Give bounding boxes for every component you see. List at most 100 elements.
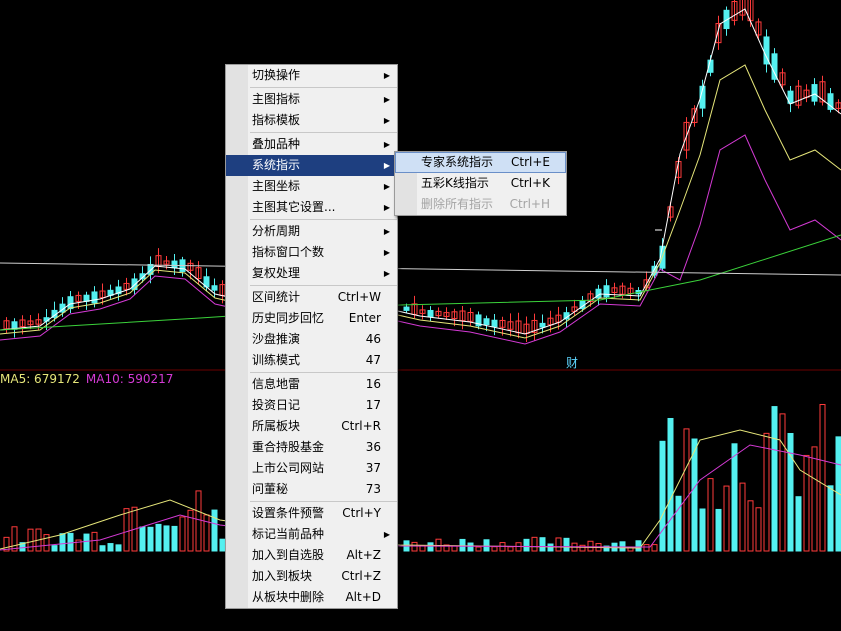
volume-bar [715, 508, 722, 552]
menu-item-shortcut: Ctrl+Z [341, 569, 381, 583]
menu-item-shortcut: Enter [348, 311, 381, 325]
submenu-arrow-icon: ▶ [383, 227, 390, 236]
volume-bar [139, 526, 146, 552]
submenu-arrow-icon: ▶ [383, 203, 390, 212]
menu-item-e68980e5b19ee69dbfe59d97[interactable]: 所属板块 Ctrl+R [226, 416, 397, 437]
volume-bar [795, 496, 802, 552]
menu-item-label: 加入到板块 [252, 569, 313, 583]
menu-item-e68a95e8b584e697a5e8aeb0[interactable]: 投资日记 17 [226, 395, 397, 416]
menu-item-e9878de59088e68c81e882a1e59fba[interactable]: 重合持股基金 36 [226, 437, 397, 458]
menu-item-e8aebee7bdaee69da1e4bbb6e9a284[interactable]: 设置条件预警 Ctrl+Y [226, 503, 397, 524]
menu-item-e4b893e5aeb6e7b3bbe7bb9fe68c87[interactable]: 专家系统指示 Ctrl+E [395, 152, 566, 173]
volume-bar [747, 500, 754, 552]
volume-bar [459, 538, 466, 552]
menu-item-e58fa0e58aa0e59381e7a78d[interactable]: 叠加品种 ▶ [226, 134, 397, 155]
candle-body [211, 285, 218, 291]
stock-chart[interactable] [0, 0, 841, 631]
volume-bar [779, 413, 786, 552]
volume-bar [587, 540, 594, 552]
volume-ma10-line [0, 444, 841, 551]
submenu-arrow-icon: ▶ [383, 182, 390, 191]
submenu-arrow-icon: ▶ [383, 140, 390, 149]
menu-item-label: 主图指标 [252, 92, 301, 106]
candle-body [811, 84, 818, 102]
menu-item-label: 信息地雷 [252, 377, 301, 391]
submenu-arrow-icon: ▶ [383, 530, 390, 539]
menu-item-label: 主图其它设置... [252, 200, 336, 214]
volume-bar [155, 523, 162, 552]
menu-item-e4b8bbe59bbee585b6e5ae83e8aebe[interactable]: 主图其它设置... ▶ [226, 197, 397, 218]
menu-item-shortcut: Ctrl+Y [342, 506, 381, 520]
menu-item-e58aa0e585a5e588b0e887aae98089[interactable]: 加入到自选股 Alt+Z [226, 545, 397, 566]
volume-bar [419, 545, 426, 552]
volume-bar [99, 545, 106, 552]
volume-bar [83, 533, 90, 552]
menu-item-e5a48de69d83e5a484e79086[interactable]: 复权处理 ▶ [226, 263, 397, 284]
candle-body [83, 294, 90, 302]
candle-body [603, 285, 610, 298]
menu-item-label: 从板块中删除 [252, 590, 325, 604]
volume-bar [763, 432, 770, 552]
submenu-arrow-icon: ▶ [383, 71, 390, 80]
menu-item-e7b3bbe7bb9fe68c87e7a4ba[interactable]: 系统指示 ▶ [226, 155, 397, 176]
indicator-legend: MA5: 679172 MA10: 590217 [0, 372, 179, 386]
menu-item-e4b8bbe59bbee68c87e6a087[interactable]: 主图指标 ▶ [226, 89, 397, 110]
menu-item-e6b299e79b98e68ea8e6bc94[interactable]: 沙盘推演 46 [226, 329, 397, 350]
volume-bar [107, 543, 114, 552]
volume-bar [771, 406, 778, 552]
volume-bar [739, 482, 746, 552]
menu-item-e58cbae997b4e7bb9fe8aea1[interactable]: 区间统计 Ctrl+W [226, 287, 397, 308]
menu-item-shortcut: 16 [365, 377, 381, 391]
menu-item-label: 删除所有指示 [421, 197, 494, 211]
candle-body [91, 291, 98, 304]
menu-item-label: 指标窗口个数 [252, 245, 325, 259]
menu-item-shortcut: Ctrl+R [341, 419, 381, 433]
volume-bar [27, 528, 34, 552]
menu-item-e68c87e6a087e7aa97e58fa3e4b8aa[interactable]: 指标窗口个数 ▶ [226, 242, 397, 263]
menu-separator [250, 285, 397, 286]
volume-bar [803, 454, 810, 552]
menu-item-shortcut: 47 [365, 353, 381, 367]
menu-item-e997aee891a3e7a798[interactable]: 问董秘 73 [226, 479, 397, 500]
menu-item-e8aeade7bb83e6a8a1e5bc8f[interactable]: 训练模式 47 [226, 350, 397, 371]
finance-marker[interactable]: 财 [566, 354, 578, 371]
menu-item-e4ba94e5bda9ke7babfe68c87e7a4b[interactable]: 五彩K线指示 Ctrl+K [395, 173, 566, 194]
menu-item-e58887e68da2e6938de4bd9c[interactable]: 切换操作 ▶ [226, 65, 397, 86]
menu-item-e58886e69e90e591a8e69c9f[interactable]: 分析周期 ▶ [226, 221, 397, 242]
menu-item-e4bb8ee69dbfe59d97e4b8ade588a0[interactable]: 从板块中删除 Alt+D [226, 587, 397, 608]
menu-item-e588a0e999a4e68980e69c89e68c87: 删除所有指示 Ctrl+H [395, 194, 566, 215]
menu-item-e4b8bbe59bbee59d90e6a087[interactable]: 主图坐标 ▶ [226, 176, 397, 197]
menu-item-label: 沙盘推演 [252, 332, 301, 346]
menu-item-label: 系统指示 [252, 158, 301, 172]
volume-bar [547, 543, 554, 552]
volume-bar [699, 508, 706, 552]
menu-item-e68c87e6a087e6a8a1e69dbf[interactable]: 指标模板 ▶ [226, 110, 397, 131]
volume-bar [651, 544, 658, 552]
menu-item-e58aa0e585a5e588b0e69dbfe59d97[interactable]: 加入到板块 Ctrl+Z [226, 566, 397, 587]
volume-bar [467, 542, 474, 552]
volume-bar [787, 433, 794, 552]
submenu-arrow-icon: ▶ [383, 95, 390, 104]
menu-separator [250, 87, 397, 88]
candle-body [403, 306, 410, 311]
menu-item-e4b88ae5b882e585ace58fb8e7bd91[interactable]: 上市公司网站 37 [226, 458, 397, 479]
volume-bar [523, 538, 530, 552]
menu-item-label: 设置条件预警 [252, 506, 325, 520]
volume-panel [0, 404, 841, 552]
menu-item-label: 投资日记 [252, 398, 301, 412]
ma5-label: MA5: 679172 [0, 372, 80, 386]
submenu-arrow-icon: ▶ [383, 161, 390, 170]
volume-bar [483, 539, 490, 552]
menu-item-e4bfa1e681afe59cb0e99bb7[interactable]: 信息地雷 16 [226, 374, 397, 395]
volume-bar [731, 443, 738, 552]
candle-body [427, 309, 434, 318]
menu-item-e58e86e58fb2e5908ce6ada5e59b9e[interactable]: 历史同步回忆 Enter [226, 308, 397, 329]
menu-item-label: 复权处理 [252, 266, 301, 280]
menu-item-shortcut: 46 [365, 332, 381, 346]
submenu-arrow-icon: ▶ [383, 116, 390, 125]
volume-bar [179, 516, 186, 552]
volume-bar [67, 532, 74, 552]
menu-item-label: 训练模式 [252, 353, 301, 367]
menu-item-e6a087e8aeb0e5bd93e5898de59381[interactable]: 标记当前品种 ▶ [226, 524, 397, 545]
volume-bar [811, 446, 818, 552]
